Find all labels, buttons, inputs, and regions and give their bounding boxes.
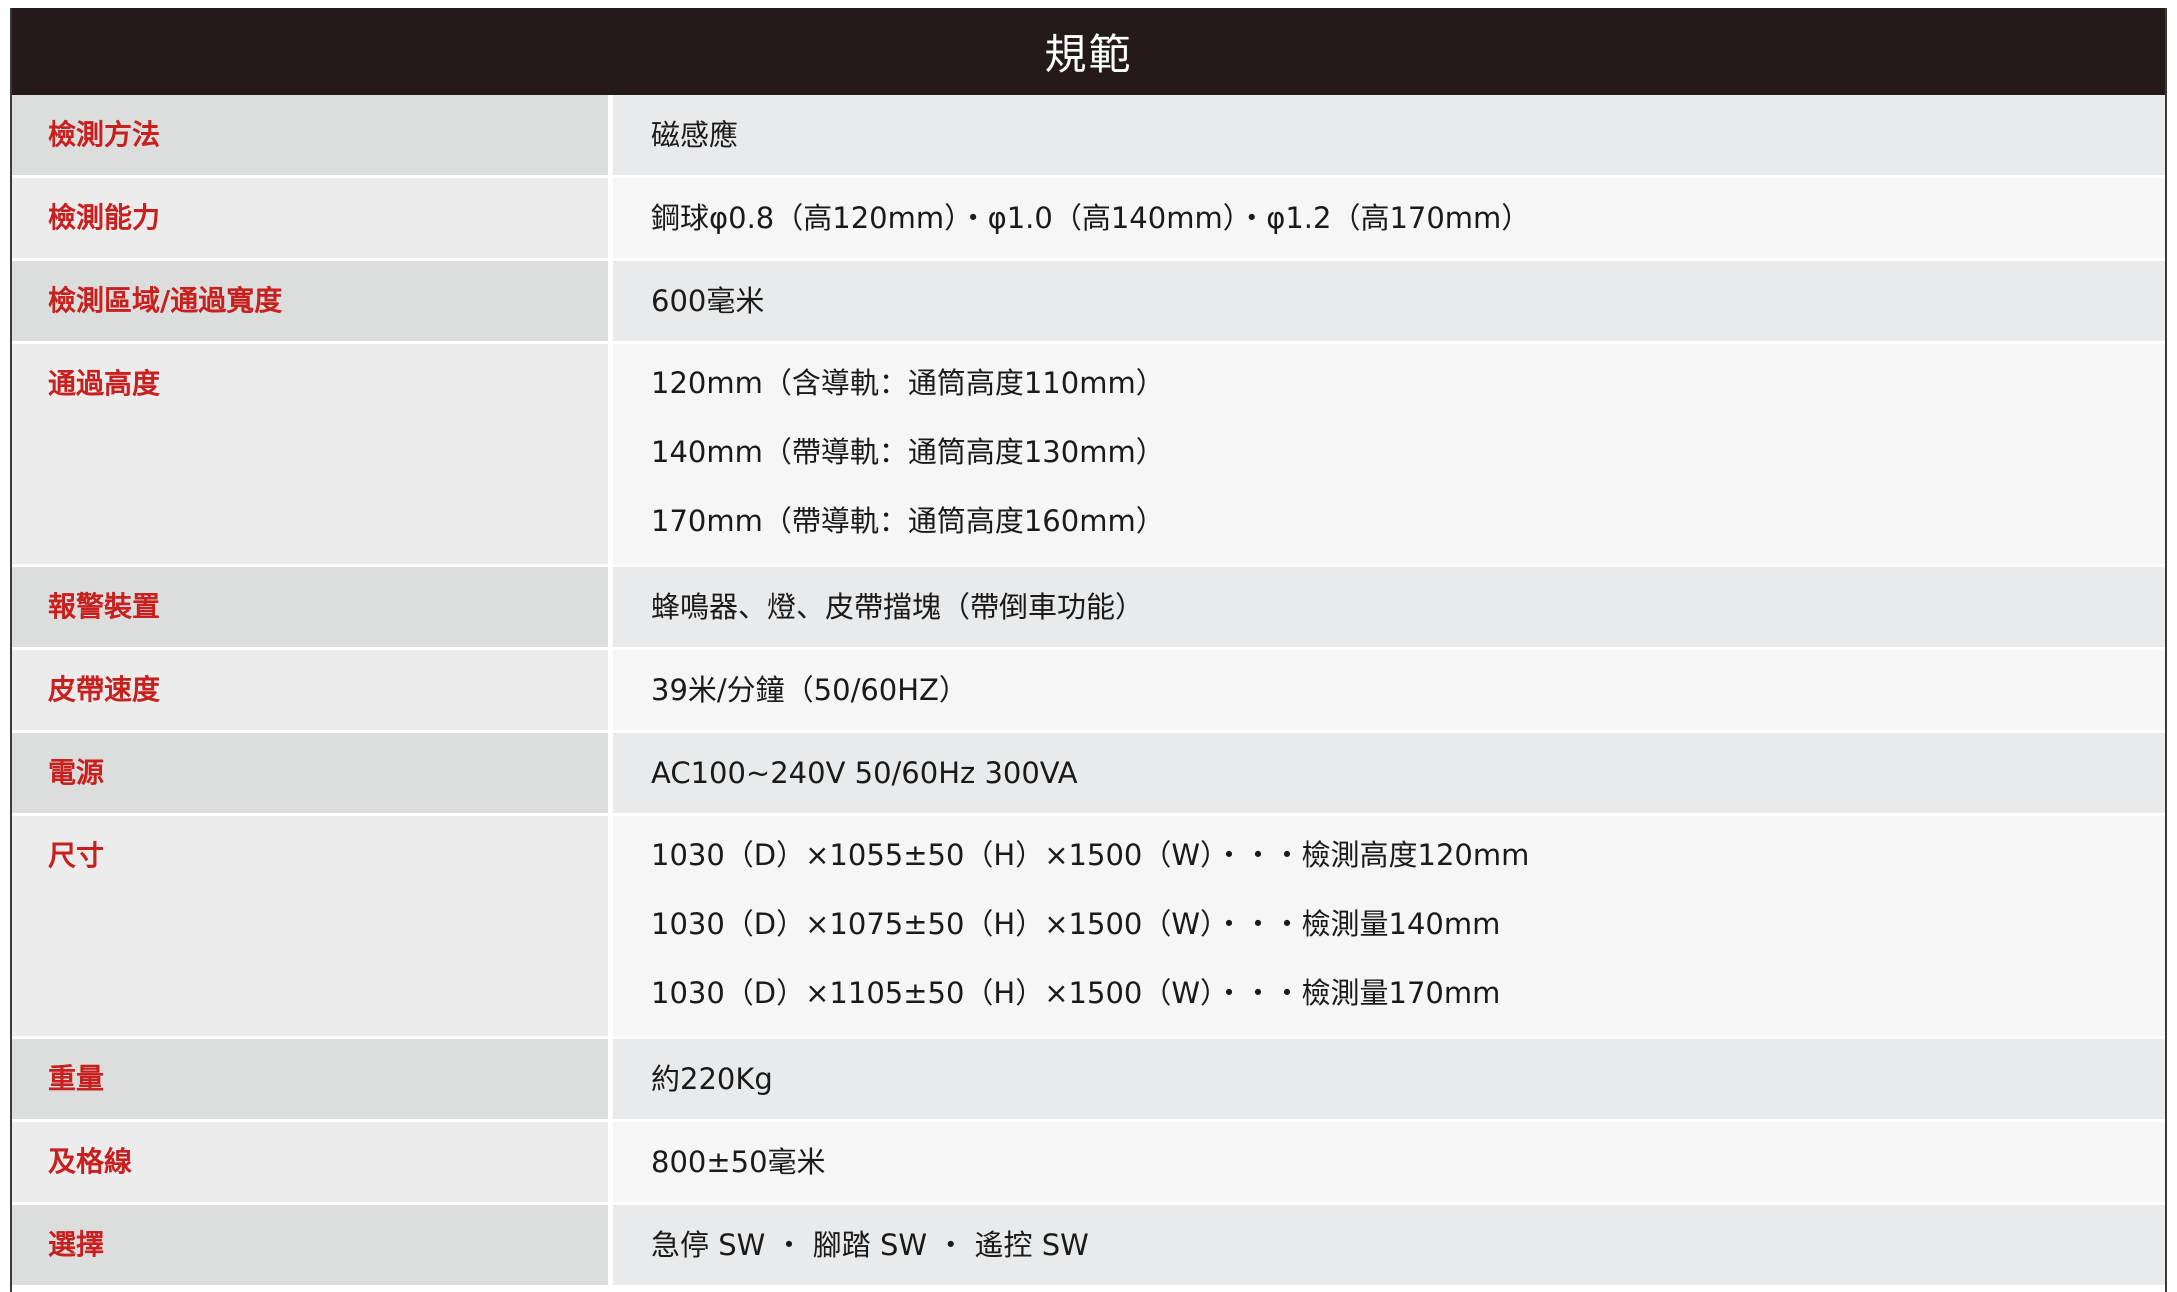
row-value: 急停 SW ・ 腳踏 SW ・ 遙控 SW <box>651 1228 1089 1262</box>
row-label-cell: 報警裝置 <box>12 567 613 647</box>
row-value: 170mm（帶導軌：通筒高度160mm） <box>651 504 1165 538</box>
row-label-cell: 皮帶速度 <box>12 650 613 730</box>
row-label: 及格線 <box>48 1145 133 1178</box>
table-row: 檢測能力 鋼球φ0.8（高120mm）・φ1.0（高140mm）・φ1.2（高1… <box>12 178 2165 261</box>
row-value: 鋼球φ0.8（高120mm）・φ1.0（高140mm）・φ1.2（高170mm） <box>651 201 1531 235</box>
row-value: 600毫米 <box>651 284 765 318</box>
row-value-cell: 1030（D）×1055±50（H）×1500（W）・・・檢測高度120mm 1… <box>613 816 2165 1036</box>
row-label-cell: 尺寸 <box>12 816 613 1036</box>
table-row: 報警裝置 蜂鳴器、燈、皮帶擋塊（帶倒車功能） <box>12 567 2165 650</box>
table-row: 檢測區域/通過寬度 600毫米 <box>12 261 2165 344</box>
row-label-cell: 檢測方法 <box>12 95 613 175</box>
spec-table-header: 規範 <box>12 8 2165 95</box>
row-label: 選擇 <box>48 1228 105 1261</box>
row-value: 1030（D）×1055±50（H）×1500（W）・・・檢測高度120mm <box>651 838 1530 872</box>
row-label: 檢測能力 <box>48 201 161 234</box>
row-value: 1030（D）×1105±50（H）×1500（W）・・・檢測量170mm <box>651 976 1501 1010</box>
row-value-cell: AC100~240V 50/60Hz 300VA <box>613 733 2165 813</box>
row-label: 檢測區域/通過寬度 <box>48 284 283 317</box>
row-value: 約220Kg <box>651 1062 773 1096</box>
table-row: 及格線 800±50毫米 <box>12 1122 2165 1205</box>
row-value: 140mm（帶導軌：通筒高度130mm） <box>651 435 1165 469</box>
table-row: 通過高度 120mm（含導軌：通筒高度110mm） 140mm（帶導軌：通筒高度… <box>12 344 2165 567</box>
row-value-cell: 約220Kg <box>613 1039 2165 1119</box>
row-value-cell: 800±50毫米 <box>613 1122 2165 1202</box>
row-label: 尺寸 <box>48 839 105 872</box>
row-value: 120mm（含導軌：通筒高度110mm） <box>651 366 1165 400</box>
spec-table: 檢測方法 磁感應 檢測能力 鋼球φ0.8（高120mm）・φ1.0（高140mm… <box>12 95 2165 1288</box>
page-title: 規範 <box>1044 30 1133 79</box>
row-label-cell: 及格線 <box>12 1122 613 1202</box>
spec-table-frame: 規範 檢測方法 磁感應 檢測能力 鋼球φ0.8（高120mm）・φ1.0（高14… <box>10 8 2167 1292</box>
row-value-cell: 蜂鳴器、燈、皮帶擋塊（帶倒車功能） <box>613 567 2165 647</box>
row-value-cell: 120mm（含導軌：通筒高度110mm） 140mm（帶導軌：通筒高度130mm… <box>613 344 2165 564</box>
row-label-cell: 檢測區域/通過寬度 <box>12 261 613 341</box>
row-value-cell: 鋼球φ0.8（高120mm）・φ1.0（高140mm）・φ1.2（高170mm） <box>613 178 2165 258</box>
row-label-cell: 通過高度 <box>12 344 613 564</box>
row-label-cell: 重量 <box>12 1039 613 1119</box>
table-row: 皮帶速度 39米/分鐘（50/60HZ） <box>12 650 2165 733</box>
row-label: 報警裝置 <box>48 590 161 623</box>
table-row: 電源 AC100~240V 50/60Hz 300VA <box>12 733 2165 816</box>
row-value: 1030（D）×1075±50（H）×1500（W）・・・檢測量140mm <box>651 907 1501 941</box>
row-value: 蜂鳴器、燈、皮帶擋塊（帶倒車功能） <box>651 590 1145 624</box>
row-value: 800±50毫米 <box>651 1145 826 1179</box>
row-value-cell: 39米/分鐘（50/60HZ） <box>613 650 2165 730</box>
row-value: 39米/分鐘（50/60HZ） <box>651 673 968 707</box>
row-label: 電源 <box>48 756 105 789</box>
row-value: 磁感應 <box>651 118 739 152</box>
row-label-cell: 檢測能力 <box>12 178 613 258</box>
table-row: 選擇 急停 SW ・ 腳踏 SW ・ 遙控 SW <box>12 1205 2165 1288</box>
row-label: 重量 <box>48 1062 105 1095</box>
row-label: 皮帶速度 <box>48 673 161 706</box>
table-row: 尺寸 1030（D）×1055±50（H）×1500（W）・・・檢測高度120m… <box>12 816 2165 1039</box>
row-value: AC100~240V 50/60Hz 300VA <box>651 756 1078 790</box>
row-label: 通過高度 <box>48 367 161 400</box>
row-label-cell: 選擇 <box>12 1205 613 1285</box>
row-value-cell: 急停 SW ・ 腳踏 SW ・ 遙控 SW <box>613 1205 2165 1285</box>
row-value-cell: 磁感應 <box>613 95 2165 175</box>
row-label-cell: 電源 <box>12 733 613 813</box>
row-value-cell: 600毫米 <box>613 261 2165 341</box>
table-row: 檢測方法 磁感應 <box>12 95 2165 178</box>
table-row: 重量 約220Kg <box>12 1039 2165 1122</box>
row-label: 檢測方法 <box>48 118 161 151</box>
